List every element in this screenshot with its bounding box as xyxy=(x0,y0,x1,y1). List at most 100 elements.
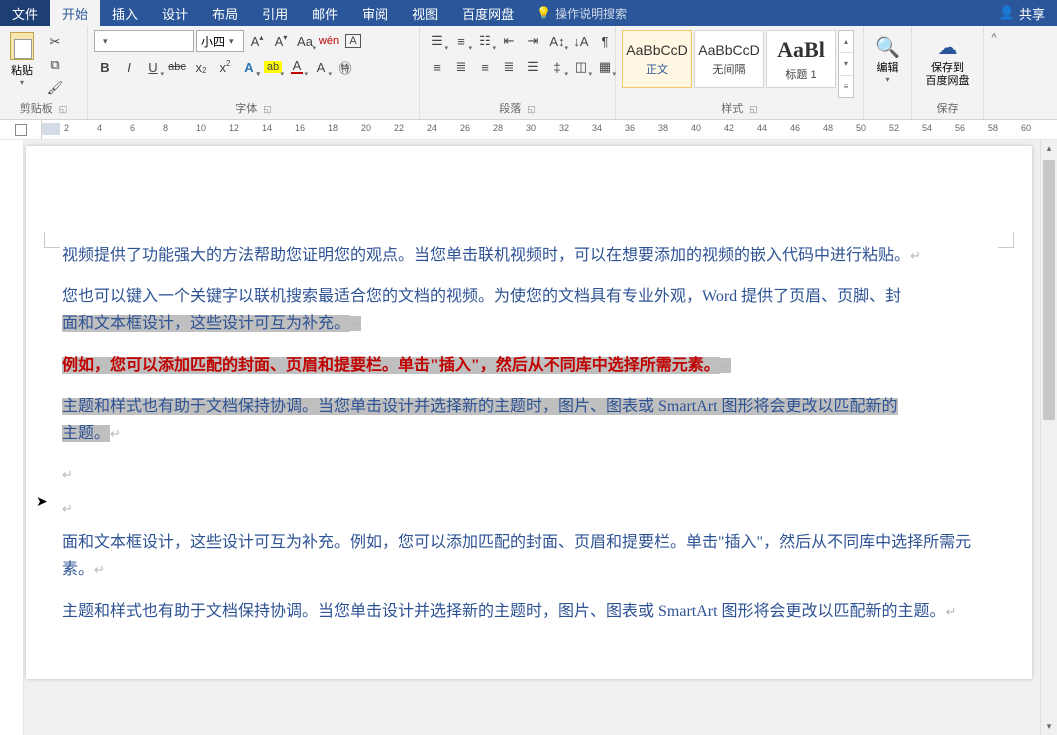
tab-baidu-netdisk[interactable]: 百度网盘 xyxy=(450,0,526,26)
superscript-button[interactable]: x2 xyxy=(214,56,236,78)
chevron-down-icon: ▾ xyxy=(20,78,24,87)
tab-mailings[interactable]: 邮件 xyxy=(300,0,350,26)
font-name-combo[interactable]: ▾ xyxy=(94,30,194,52)
gallery-down-button[interactable]: ▾ xyxy=(839,53,853,75)
paragraph[interactable]: 视频提供了功能强大的方法帮助您证明您的观点。当您单击联机视频时，可以在想要添加的… xyxy=(62,242,996,269)
sort-button[interactable]: ↓A xyxy=(570,30,592,52)
highlight-button[interactable]: ab xyxy=(262,56,284,78)
ruler-number: 52 xyxy=(889,123,899,133)
increase-indent-button[interactable]: ⇥ xyxy=(522,30,544,52)
save-to-netdisk-button[interactable]: ☁ 保存到 百度网盘 xyxy=(920,30,976,90)
enclose-characters-button[interactable]: ㊕ xyxy=(334,56,356,78)
bold-button[interactable]: B xyxy=(94,56,116,78)
group-editing: 🔍 编辑 ▾ xyxy=(864,26,912,119)
phonetic-guide-button[interactable]: wén xyxy=(318,30,340,52)
subscript-button[interactable]: x2 xyxy=(190,56,212,78)
dialog-launcher-icon[interactable]: ◱ xyxy=(527,104,536,114)
scroll-down-button[interactable]: ▾ xyxy=(1041,718,1057,735)
paragraph[interactable]: 面和文本框设计，这些设计可互为补充。例如，您可以添加匹配的封面、页眉和提要栏。单… xyxy=(62,529,996,583)
selected-text[interactable]: 主题。 xyxy=(62,425,110,442)
vertical-scrollbar[interactable]: ▴ ▾ xyxy=(1040,140,1057,735)
selected-text[interactable]: 面和文本框设计，这些设计可互为补充。 xyxy=(62,315,350,332)
tell-me-search[interactable]: 💡 操作说明搜索 xyxy=(526,0,637,26)
align-left-button[interactable]: ≡ xyxy=(426,56,448,78)
copy-button[interactable]: ⧉ xyxy=(44,55,66,75)
tab-references[interactable]: 引用 xyxy=(250,0,300,26)
multilevel-list-button[interactable]: ☷ xyxy=(474,30,496,52)
font-size-combo[interactable]: 小四▾ xyxy=(196,30,244,52)
line-spacing-button[interactable]: ‡ xyxy=(546,56,568,78)
dialog-launcher-icon[interactable]: ◱ xyxy=(749,104,758,114)
vertical-ruler[interactable] xyxy=(0,140,24,735)
text-effects-button[interactable]: A xyxy=(238,56,260,78)
editing-button[interactable]: 🔍 编辑 ▾ xyxy=(869,30,906,86)
shading-button[interactable]: ◫ xyxy=(570,56,592,78)
ruler-number: 12 xyxy=(229,123,239,133)
ruler-number: 10 xyxy=(196,123,206,133)
character-shading-button[interactable]: A xyxy=(310,56,332,78)
paragraph[interactable]: 例如，您可以添加匹配的封面、页眉和提要栏。单击"插入"，然后从不同库中选择所需元… xyxy=(62,352,996,379)
chevron-down-icon: ▾ xyxy=(885,75,889,84)
dialog-launcher-icon[interactable]: ◱ xyxy=(263,104,272,114)
shrink-font-button[interactable]: A▾ xyxy=(270,30,292,52)
style-no-spacing[interactable]: AaBbCcD 无间隔 xyxy=(694,30,764,88)
scroll-up-button[interactable]: ▴ xyxy=(1041,140,1057,157)
grow-font-button[interactable]: A▴ xyxy=(246,30,268,52)
style-normal[interactable]: AaBbCcD 正文 xyxy=(622,30,692,88)
gallery-up-button[interactable]: ▴ xyxy=(839,31,853,53)
asian-layout-button[interactable]: A↕ xyxy=(546,30,568,52)
font-color-button[interactable]: A xyxy=(286,56,308,78)
tab-insert[interactable]: 插入 xyxy=(100,0,150,26)
strikethrough-button[interactable]: abc xyxy=(166,56,188,78)
show-marks-button[interactable]: ¶ xyxy=(594,30,616,52)
cut-button[interactable]: ✂ xyxy=(44,32,66,52)
justify-button[interactable]: ≣ xyxy=(498,56,520,78)
tab-selector[interactable] xyxy=(0,120,42,139)
tab-layout[interactable]: 布局 xyxy=(200,0,250,26)
style-heading-1[interactable]: AaBl 标题 1 xyxy=(766,30,836,88)
paragraph[interactable]: 您也可以键入一个关键字以联机搜索最适合您的文档的视频。为使您的文档具有专业外观，… xyxy=(62,283,996,337)
find-icon: 🔍 xyxy=(875,32,900,62)
format-painter-button[interactable]: 🖌 xyxy=(44,78,66,98)
ruler-number: 42 xyxy=(724,123,734,133)
tab-review[interactable]: 审阅 xyxy=(350,0,400,26)
paragraph[interactable]: ↵ xyxy=(62,461,996,481)
page[interactable]: 视频提供了功能强大的方法帮助您证明您的观点。当您单击联机视频时，可以在想要添加的… xyxy=(26,146,1032,679)
ruler-row: 2468101214161820222426283032343638404244… xyxy=(0,120,1057,140)
italic-button[interactable]: I xyxy=(118,56,140,78)
person-icon: 👤 xyxy=(999,5,1015,21)
paragraph[interactable]: ↵ xyxy=(62,495,996,515)
decrease-indent-button[interactable]: ⇤ xyxy=(498,30,520,52)
selected-text[interactable]: 主题和样式也有助于文档保持协调。当您单击设计并选择新的主题时，图片、图表或 Sm… xyxy=(62,398,898,415)
paragraph[interactable]: 主题和样式也有助于文档保持协调。当您单击设计并选择新的主题时，图片、图表或 Sm… xyxy=(62,393,996,447)
underline-button[interactable]: U xyxy=(142,56,164,78)
ruler-number: 60 xyxy=(1021,123,1031,133)
change-case-button[interactable]: Aa xyxy=(294,30,316,52)
borders-button[interactable]: ▦ xyxy=(594,56,616,78)
gallery-more-button[interactable]: ≡ xyxy=(839,76,853,97)
ruler-number: 54 xyxy=(922,123,932,133)
selected-text[interactable]: 例如，您可以添加匹配的封面、页眉和提要栏。单击"插入"，然后从不同库中选择所需元… xyxy=(62,357,720,374)
ribbon: 粘贴 ▾ ✂ ⧉ 🖌 剪贴板◱ ▾ 小四▾ A▴ A▾ Aa wén A xyxy=(0,26,1057,120)
collapse-ribbon-button[interactable]: ^ xyxy=(984,26,1004,119)
tab-view[interactable]: 视图 xyxy=(400,0,450,26)
distributed-button[interactable]: ☰ xyxy=(522,56,544,78)
horizontal-ruler[interactable]: 2468101214161820222426283032343638404244… xyxy=(42,120,1057,139)
align-center-button[interactable]: ≣ xyxy=(450,56,472,78)
bullets-button[interactable]: ☰ xyxy=(426,30,448,52)
highlight-icon: ab xyxy=(264,61,282,73)
share-button[interactable]: 👤 共享 xyxy=(987,0,1057,26)
paragraph[interactable]: 主题和样式也有助于文档保持协调。当您单击设计并选择新的主题时，图片、图表或 Sm… xyxy=(62,598,996,625)
character-border-button[interactable]: A xyxy=(342,30,364,52)
paste-button[interactable]: 粘贴 ▾ xyxy=(6,30,38,89)
scroll-thumb[interactable] xyxy=(1043,160,1055,420)
group-clipboard: 粘贴 ▾ ✂ ⧉ 🖌 剪贴板◱ xyxy=(0,26,88,119)
numbering-button[interactable]: ≡ xyxy=(450,30,472,52)
tab-design[interactable]: 设计 xyxy=(150,0,200,26)
align-right-button[interactable]: ≡ xyxy=(474,56,496,78)
margin-mark-icon xyxy=(44,232,60,248)
tab-file[interactable]: 文件 xyxy=(0,0,50,26)
tab-home[interactable]: 开始 xyxy=(50,0,100,26)
dialog-launcher-icon[interactable]: ◱ xyxy=(59,104,68,114)
ruler-number: 50 xyxy=(856,123,866,133)
